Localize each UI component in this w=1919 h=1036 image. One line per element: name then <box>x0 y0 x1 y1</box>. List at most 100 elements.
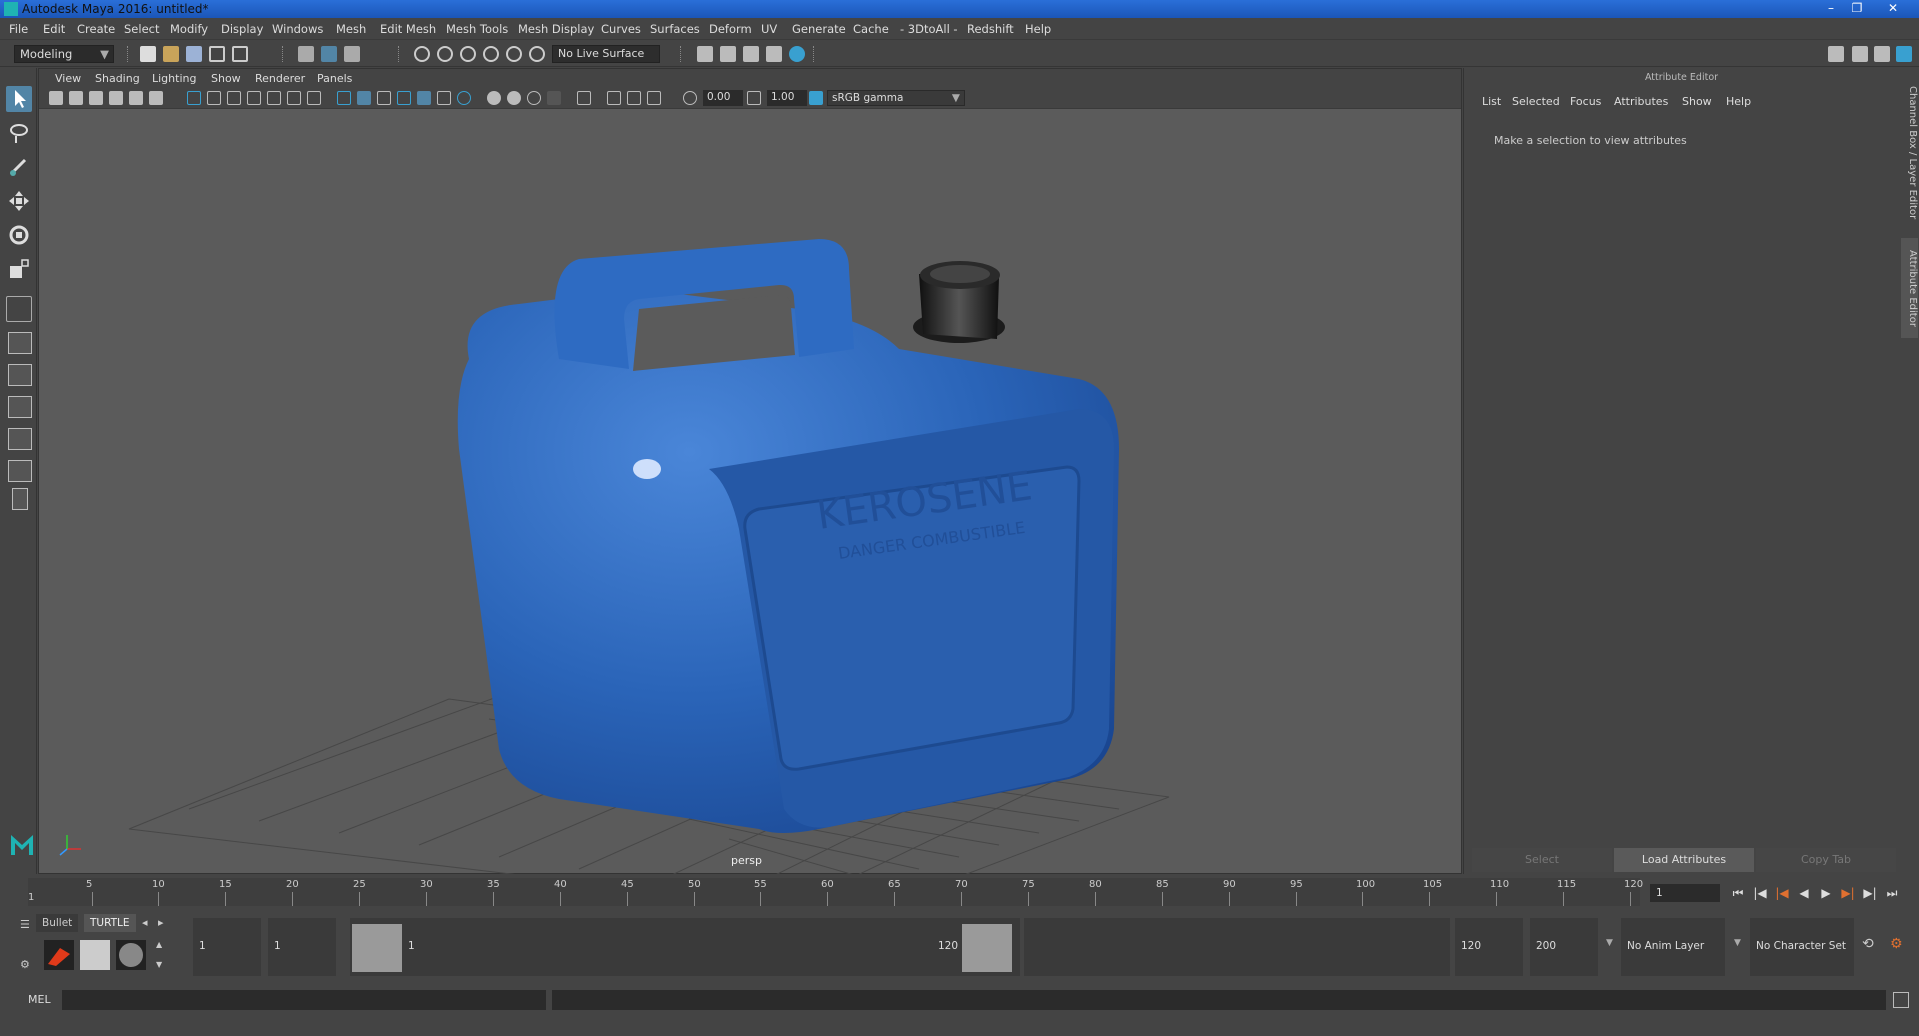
time-slider[interactable]: 1 5 10 15 20 25 30 35 40 45 50 55 60 65 70 75 80 85 90 95 1… <box>0 874 1919 910</box>
isolate-select-icon[interactable] <box>577 91 591 105</box>
auto-key-icon[interactable]: ⟲ <box>1862 936 1874 952</box>
viewport-menu-renderer[interactable]: Renderer <box>255 72 305 85</box>
layout-collapse-icon[interactable] <box>12 488 28 510</box>
layout-graph-editor-icon[interactable] <box>8 428 32 450</box>
xray-active-icon[interactable] <box>627 91 641 105</box>
soft-modification-tool-icon[interactable] <box>6 296 32 322</box>
step-back-icon[interactable]: |◀ <box>1752 886 1768 900</box>
safe-action-icon[interactable] <box>287 91 301 105</box>
rotate-tool-icon[interactable] <box>6 222 32 248</box>
play-forwards-icon[interactable]: ▶ <box>1818 886 1834 900</box>
menu-uv[interactable]: UV <box>761 22 777 36</box>
paint-select-tool-icon[interactable] <box>6 154 32 180</box>
redo-icon[interactable] <box>232 46 248 62</box>
wireframe-icon[interactable] <box>337 91 351 105</box>
minimize-icon[interactable]: – <box>1818 0 1844 18</box>
backface-culling-icon[interactable] <box>647 91 661 105</box>
gear-icon[interactable]: ⚙ <box>20 958 30 971</box>
layout-hypershade-icon[interactable] <box>8 460 32 482</box>
viewport-menu-lighting[interactable]: Lighting <box>152 72 196 85</box>
play-backwards-icon[interactable]: ◀ <box>1796 886 1812 900</box>
menu-help[interactable]: Help <box>1025 22 1051 36</box>
save-scene-icon[interactable] <box>186 46 202 62</box>
menu-redshift[interactable]: Redshift <box>967 22 1014 36</box>
grid-icon[interactable] <box>187 91 201 105</box>
chevron-down-icon[interactable]: ▼ <box>1734 938 1741 948</box>
make-live-icon[interactable] <box>506 46 522 62</box>
menu-windows[interactable]: Windows <box>272 22 323 36</box>
shelf-sphere-icon[interactable] <box>116 940 146 970</box>
command-language-label[interactable]: MEL <box>28 993 51 1006</box>
ipr-render-icon[interactable] <box>720 46 736 62</box>
2d-pan-zoom-icon[interactable] <box>129 91 143 105</box>
grease-pencil-icon[interactable] <box>149 91 163 105</box>
shelf-tab-bullet[interactable]: Bullet <box>36 914 79 932</box>
shadows-icon[interactable] <box>437 91 451 105</box>
step-forward-icon[interactable]: ▶| <box>1862 886 1878 900</box>
xray-joints-icon[interactable] <box>607 91 621 105</box>
scene-start-field[interactable]: 1 <box>193 918 261 976</box>
color-management-icon[interactable] <box>809 91 823 105</box>
lasso-tool-icon[interactable] <box>6 120 32 146</box>
viewport-menu-show[interactable]: Show <box>211 72 241 85</box>
undo-icon[interactable] <box>209 46 225 62</box>
render-setup-icon[interactable] <box>789 46 805 62</box>
scene-end-field[interactable]: 200 <box>1530 918 1598 976</box>
menu-display[interactable]: Display <box>221 22 263 36</box>
render-settings-icon[interactable] <box>743 46 759 62</box>
load-attributes-button[interactable]: Load Attributes <box>1614 848 1754 872</box>
chevron-down-icon[interactable]: ▼ <box>1606 938 1613 948</box>
modeling-toolkit-icon[interactable] <box>1828 46 1844 62</box>
anti-aliasing-icon[interactable] <box>507 91 521 105</box>
hypershade-icon[interactable] <box>766 46 782 62</box>
shelf-tab-left-icon[interactable]: ◂ <box>142 916 148 929</box>
select-tool-icon[interactable] <box>6 86 32 112</box>
bookmark-icon[interactable] <box>89 91 103 105</box>
go-to-end-icon[interactable]: ⏭ <box>1884 886 1900 900</box>
viewport-menu-shading[interactable]: Shading <box>95 72 140 85</box>
select-by-object-icon[interactable] <box>321 46 337 62</box>
range-start-handle[interactable] <box>352 924 402 972</box>
menu-create[interactable]: Create <box>77 22 115 36</box>
go-to-start-icon[interactable]: ⏮ <box>1730 886 1746 900</box>
tab-attribute-editor[interactable]: Attribute Editor <box>1901 238 1918 338</box>
menu-edit[interactable]: Edit <box>43 22 65 36</box>
resolution-gate-icon[interactable] <box>227 91 241 105</box>
attr-menu-list[interactable]: List <box>1482 95 1501 108</box>
menu-mesh[interactable]: Mesh <box>336 22 366 36</box>
xray-icon[interactable] <box>547 91 561 105</box>
step-back-key-icon[interactable]: |◀ <box>1774 886 1790 900</box>
exposure-icon[interactable] <box>683 91 697 105</box>
field-chart-icon[interactable] <box>267 91 281 105</box>
gamma-icon[interactable] <box>747 91 761 105</box>
select-by-component-icon[interactable] <box>344 46 360 62</box>
select-button[interactable]: Select <box>1472 848 1612 872</box>
attr-menu-help[interactable]: Help <box>1726 95 1751 108</box>
restore-icon[interactable]: ❐ <box>1844 0 1870 18</box>
layout-four-view-icon[interactable] <box>8 332 32 354</box>
new-scene-icon[interactable] <box>140 46 156 62</box>
current-frame-field[interactable]: 1 <box>1650 884 1720 902</box>
menu-edit-mesh[interactable]: Edit Mesh <box>380 22 436 36</box>
shelf-scroll-down-icon[interactable]: ▼ <box>156 960 162 969</box>
animation-preferences-icon[interactable]: ⚙ <box>1890 936 1903 952</box>
menu-generate[interactable]: Generate <box>792 22 846 36</box>
shelf-tab-right-icon[interactable]: ▸ <box>158 916 164 929</box>
snap-to-view-plane-icon[interactable] <box>483 46 499 62</box>
attr-menu-show[interactable]: Show <box>1682 95 1712 108</box>
image-plane-icon[interactable] <box>109 91 123 105</box>
command-input[interactable] <box>62 990 546 1010</box>
snap-magnet-icon[interactable] <box>529 46 545 62</box>
color-space-dropdown[interactable]: sRGB gamma ▼ <box>827 90 965 106</box>
camera-icon[interactable] <box>49 91 63 105</box>
anim-start-field[interactable]: 1 <box>268 918 336 976</box>
copy-tab-button[interactable]: Copy Tab <box>1756 848 1896 872</box>
tool-settings-icon[interactable] <box>1874 46 1890 62</box>
shelf-turtle-render-icon[interactable] <box>80 940 110 970</box>
snap-to-grid-icon[interactable] <box>414 46 430 62</box>
viewport-menu-view[interactable]: View <box>55 72 81 85</box>
anim-end-field[interactable]: 120 <box>1455 918 1523 976</box>
motion-blur-icon[interactable] <box>487 91 501 105</box>
anim-layer-dropdown[interactable]: No Anim Layer <box>1621 918 1725 976</box>
script-editor-icon[interactable] <box>1893 992 1909 1008</box>
